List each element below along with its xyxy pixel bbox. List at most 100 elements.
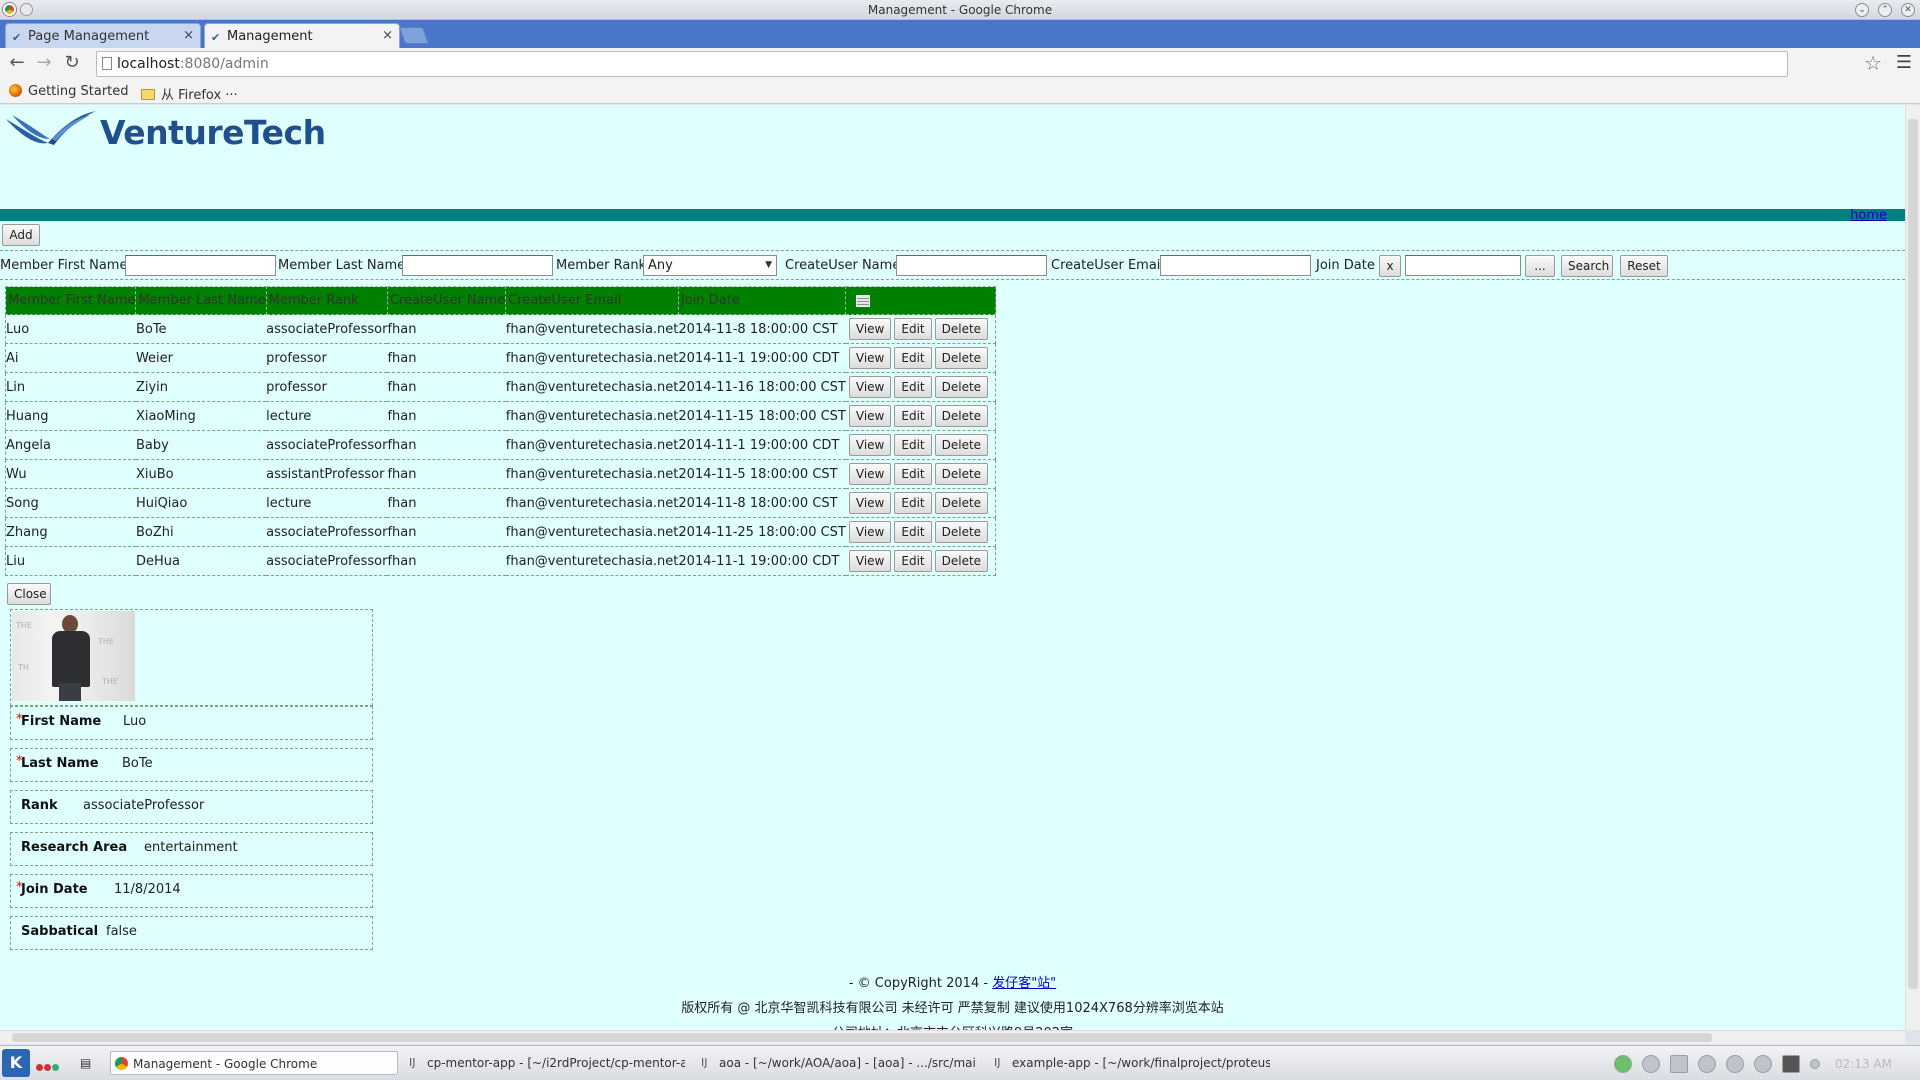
calendar-icon[interactable] xyxy=(856,294,871,307)
view-button[interactable]: View xyxy=(848,434,892,456)
clear-date-button[interactable]: x xyxy=(1379,255,1401,277)
view-button[interactable]: View xyxy=(848,347,892,369)
show-desktop-icon[interactable]: ▤ xyxy=(80,1051,98,1075)
edit-button[interactable]: Edit xyxy=(894,347,932,369)
tray-expand-icon[interactable] xyxy=(1810,1059,1820,1069)
table-cell: Angela xyxy=(4,430,136,460)
delete-button[interactable]: Delete xyxy=(934,347,989,369)
back-icon[interactable]: ← xyxy=(5,52,29,76)
task-chrome[interactable]: Management - Google Chrome xyxy=(110,1051,398,1075)
edit-button[interactable]: Edit xyxy=(894,463,932,485)
view-button[interactable]: View xyxy=(848,521,892,543)
edit-button[interactable]: Edit xyxy=(894,318,932,340)
scrollbar-thumb[interactable] xyxy=(1908,119,1918,989)
delete-button[interactable]: Delete xyxy=(934,550,989,572)
view-button[interactable]: View xyxy=(848,318,892,340)
delete-button[interactable]: Delete xyxy=(934,463,989,485)
table-cell: 2014-11-25 18:00:00 CST xyxy=(678,517,846,547)
volume-icon[interactable] xyxy=(1754,1055,1772,1073)
last-name-input[interactable] xyxy=(402,255,553,276)
horizontal-scrollbar[interactable] xyxy=(0,1030,1905,1044)
chrome-menu-icon[interactable]: ☰ xyxy=(1896,53,1912,73)
bookmark-getting-started[interactable]: Getting Started xyxy=(9,84,129,99)
tab-management[interactable]: ✔ Management × xyxy=(204,23,400,48)
pager-icon[interactable] xyxy=(36,1060,60,1074)
view-button[interactable]: View xyxy=(848,463,892,485)
clipboard-icon[interactable] xyxy=(1698,1055,1716,1073)
maximize-icon[interactable]: ⌃ xyxy=(1878,3,1892,17)
footer-site-link[interactable]: 发仔客"站" xyxy=(992,976,1056,991)
delete-button[interactable]: Delete xyxy=(934,376,989,398)
rank-select[interactable]: Any ▼ xyxy=(643,255,777,276)
search-button[interactable]: Search xyxy=(1561,255,1613,277)
table-row: Ai Weier professor fhan fhan@venturetechasia… xyxy=(4,343,997,373)
task-cp-mentor[interactable]: IJ cp-mentor-app - [~/i2rdProject/cp-men… xyxy=(405,1051,685,1075)
reload-icon[interactable]: ↻ xyxy=(60,52,84,76)
vertical-scrollbar[interactable] xyxy=(1905,105,1920,1030)
delete-button[interactable]: Delete xyxy=(934,405,989,427)
column-header[interactable]: Member First Name xyxy=(4,286,137,315)
join-date-input[interactable] xyxy=(1405,255,1521,276)
bookmark-folder-firefox[interactable]: 从 Firefox ··· xyxy=(141,84,238,103)
last-name-label: Member Last Name xyxy=(278,258,406,273)
edit-button[interactable]: Edit xyxy=(894,521,932,543)
column-header[interactable]: Member Last Name xyxy=(135,286,267,315)
network-manager-icon[interactable] xyxy=(1614,1055,1632,1073)
delete-button[interactable]: Delete xyxy=(934,521,989,543)
new-tab-button[interactable] xyxy=(398,27,430,44)
browser-toolbar: ← → ↻ localhost:8080/admin ☆ ☰ xyxy=(0,48,1920,80)
forward-icon[interactable]: → xyxy=(32,52,56,76)
create-user-email-label: CreateUser Email xyxy=(1051,258,1165,273)
delete-button[interactable]: Delete xyxy=(934,434,989,456)
delete-button[interactable]: Delete xyxy=(934,318,989,340)
edit-button[interactable]: Edit xyxy=(894,405,932,427)
view-button[interactable]: View xyxy=(848,376,892,398)
clock[interactable]: 02:13 AM xyxy=(1835,1057,1892,1071)
bookmark-star-icon[interactable]: ☆ xyxy=(1864,52,1882,74)
minimize-icon[interactable]: ⌄ xyxy=(1855,3,1869,17)
column-header[interactable]: Member Rank xyxy=(265,286,388,315)
view-button[interactable]: View xyxy=(848,550,892,572)
column-header[interactable]: Join Date xyxy=(677,286,847,315)
close-button[interactable]: Close xyxy=(7,583,51,605)
date-picker-button[interactable]: ... xyxy=(1525,255,1555,277)
home-link[interactable]: home xyxy=(1850,208,1887,223)
view-button[interactable]: View xyxy=(848,492,892,514)
battery-icon[interactable] xyxy=(1782,1055,1800,1073)
view-button[interactable]: View xyxy=(848,405,892,427)
tab-page-management[interactable]: ✔ Page Management × xyxy=(5,23,201,48)
reset-button[interactable]: Reset xyxy=(1620,255,1668,277)
column-header[interactable]: CreateUser Name xyxy=(386,286,507,315)
field-value: associateProfessor xyxy=(83,798,205,813)
task-aoa[interactable]: IJ aoa - [~/work/AOA/aoa] - [aoa] - .../… xyxy=(697,1051,977,1075)
keyboard-icon[interactable] xyxy=(1670,1055,1688,1073)
table-cell: associateProfessor xyxy=(266,517,388,547)
edit-button[interactable]: Edit xyxy=(894,376,932,398)
tab-close-icon[interactable]: × xyxy=(382,28,393,43)
task-example-app[interactable]: IJ example-app - [~/work/finalproject/pr… xyxy=(990,1051,1270,1075)
first-name-input[interactable] xyxy=(125,255,276,276)
edit-button[interactable]: Edit xyxy=(894,492,932,514)
table-row: Huang XiaoMing lecture fhan fhan@venturetech… xyxy=(4,401,997,431)
kde-menu-icon[interactable]: K xyxy=(2,1049,30,1077)
scrollbar-thumb[interactable] xyxy=(12,1033,1712,1042)
footer-address: 公司地址：北京市丰台区科兴路9号202室 xyxy=(0,1022,1905,1030)
network-icon[interactable] xyxy=(1726,1055,1744,1073)
settings-icon[interactable] xyxy=(1642,1055,1660,1073)
column-header-actions xyxy=(845,286,997,315)
column-header[interactable]: CreateUser Email xyxy=(505,286,679,315)
tab-close-icon[interactable]: × xyxy=(183,28,194,43)
url-host: localhost xyxy=(117,56,180,72)
close-window-icon[interactable]: ✕ xyxy=(1901,3,1915,17)
edit-button[interactable]: Edit xyxy=(894,550,932,572)
edit-button[interactable]: Edit xyxy=(894,434,932,456)
table-cell: professor xyxy=(266,343,388,373)
table-cell: fhan xyxy=(387,343,506,373)
detail-rank: Rank associateProfessor xyxy=(10,790,373,824)
create-user-name-input[interactable] xyxy=(896,255,1047,276)
add-button[interactable]: Add xyxy=(2,224,40,246)
create-user-email-input[interactable] xyxy=(1160,255,1311,276)
taskbar: K ▤ Management - Google Chrome IJ cp-men… xyxy=(0,1045,1920,1080)
delete-button[interactable]: Delete xyxy=(934,492,989,514)
address-bar[interactable]: localhost:8080/admin xyxy=(96,51,1788,77)
